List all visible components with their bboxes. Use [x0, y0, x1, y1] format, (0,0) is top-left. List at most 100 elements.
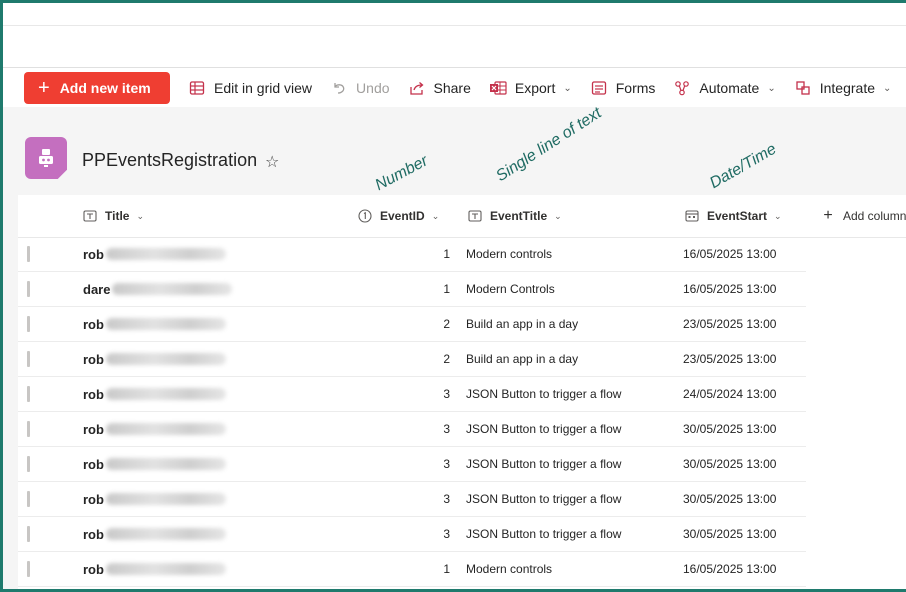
row-title[interactable]: rob [83, 517, 226, 551]
add-new-item-button[interactable]: + Add new item [24, 72, 170, 104]
column-eventid-label: EventID [380, 209, 425, 223]
table-row[interactable]: rob 3 JSON Button to trigger a flow 30/05/2… [18, 447, 806, 482]
favorite-star-icon[interactable]: ☆ [265, 152, 279, 172]
automate-icon [673, 79, 691, 97]
table-row[interactable]: rob 3 JSON Button to trigger a flow 30/05/2… [18, 412, 806, 447]
share-label: Share [433, 80, 471, 96]
undo-button[interactable]: Undo [330, 79, 390, 97]
row-event-start: 23/05/2025 13:00 [683, 352, 777, 366]
table-row[interactable]: dare 1 Modern Controls 16/05/2025 13:00 [18, 272, 806, 307]
chevron-down-icon: ⌄ [767, 82, 776, 94]
share-icon [408, 79, 426, 97]
column-header-eventtitle[interactable]: EventTitle ⌄ [468, 195, 562, 237]
table-row[interactable]: rob 1 Modern controls 16/05/2025 13:00 [18, 552, 806, 587]
table-row[interactable]: rob 3 JSON Button to trigger a flow 30/05/2… [18, 517, 806, 552]
redacted-email [105, 248, 226, 260]
table-row[interactable]: rob 3 JSON Button to trigger a flow 24/05/2… [18, 377, 806, 412]
redacted-email [105, 563, 226, 575]
row-selection-handle[interactable] [27, 316, 30, 332]
column-header-eventid[interactable]: EventID ⌄ [358, 195, 439, 237]
redacted-email [105, 493, 226, 505]
grid-icon [188, 79, 206, 97]
column-title-label: Title [105, 209, 130, 223]
list-rows: rob 1 Modern controls 16/05/2025 13:00 dare 1… [18, 237, 806, 587]
row-title[interactable]: rob [83, 447, 226, 481]
row-event-start: 23/05/2025 13:00 [683, 317, 777, 331]
integrate-button[interactable]: Integrate ⌄ [794, 79, 891, 97]
row-event-start: 30/05/2025 13:00 [683, 457, 777, 471]
row-event-id: 2 [443, 352, 450, 366]
column-header-eventstart[interactable]: EventStart ⌄ [685, 195, 782, 237]
row-event-title: Modern controls [466, 247, 553, 261]
list-view: Title ⌄ EventID ⌄ EventTitle ⌄ EventStar… [18, 195, 906, 589]
undo-icon [330, 79, 348, 97]
table-row[interactable]: rob 3 JSON Button to trigger a flow 30/05/2… [18, 482, 806, 517]
row-selection-handle[interactable] [27, 246, 30, 262]
row-title[interactable]: rob [83, 377, 226, 411]
redacted-email [105, 458, 226, 470]
row-title-text: rob [83, 246, 104, 262]
row-selection-handle[interactable] [27, 561, 30, 577]
row-event-id: 1 [443, 282, 450, 296]
row-title[interactable]: rob [83, 237, 226, 271]
row-event-start: 16/05/2025 13:00 [683, 562, 777, 576]
row-selection-handle[interactable] [27, 386, 30, 402]
table-row[interactable]: rob 2 Build an app in a day 23/05/2025 13:0… [18, 307, 806, 342]
number-column-icon [358, 209, 372, 223]
row-event-title: Build an app in a day [466, 317, 579, 331]
row-event-title: Modern controls [466, 562, 553, 576]
add-column-button[interactable]: + Add column [821, 195, 906, 237]
redacted-email [105, 388, 226, 400]
row-title-text: rob [83, 491, 104, 507]
list-logo-icon [25, 137, 67, 179]
automate-label: Automate [699, 80, 760, 96]
chevron-down-icon: ⌄ [136, 210, 144, 221]
plus-icon: + [823, 207, 833, 224]
row-event-title: Build an app in a day [466, 352, 579, 366]
row-selection-handle[interactable] [27, 281, 30, 297]
row-event-start: 16/05/2025 13:00 [683, 247, 777, 261]
row-event-start: 24/05/2024 13:00 [683, 387, 777, 401]
row-title[interactable]: rob [83, 342, 226, 376]
row-selection-handle[interactable] [27, 526, 30, 542]
window-frame: + Add new item Edit in grid view Undo Sh… [0, 0, 906, 592]
row-title[interactable]: dare [83, 272, 233, 306]
share-button[interactable]: Share [408, 79, 471, 97]
row-event-title: JSON Button to trigger a flow [466, 422, 622, 436]
command-bar: + Add new item Edit in grid view Undo Sh… [24, 72, 891, 104]
row-event-start: 30/05/2025 13:00 [683, 492, 777, 506]
table-row[interactable]: rob 2 Build an app in a day 23/05/2025 13:0… [18, 342, 806, 377]
column-header-title[interactable]: Title ⌄ [83, 195, 144, 237]
row-event-id: 1 [443, 247, 450, 261]
undo-label: Undo [356, 80, 390, 96]
edit-grid-view-button[interactable]: Edit in grid view [188, 79, 312, 97]
table-row[interactable]: rob 1 Modern controls 16/05/2025 13:00 [18, 237, 806, 272]
header-divider [3, 25, 906, 26]
forms-icon [590, 79, 608, 97]
chevron-down-icon: ⌄ [554, 210, 562, 221]
row-title[interactable]: rob [83, 307, 226, 341]
row-event-start: 16/05/2025 13:00 [683, 282, 777, 296]
row-title[interactable]: rob [83, 412, 226, 446]
list-title: PPEventsRegistration [82, 150, 258, 170]
forms-button[interactable]: Forms [590, 79, 655, 97]
row-title-text: rob [83, 421, 104, 437]
redacted-email [105, 318, 226, 330]
row-title-text: rob [83, 526, 104, 542]
automate-button[interactable]: Automate ⌄ [673, 79, 776, 97]
export-label: Export [514, 80, 556, 96]
row-event-id: 3 [443, 387, 450, 401]
row-title[interactable]: rob [83, 482, 226, 516]
row-title-text: rob [83, 351, 104, 367]
row-title[interactable]: rob [83, 552, 226, 586]
row-selection-handle[interactable] [27, 456, 30, 472]
redacted-email [105, 353, 226, 365]
row-event-title: JSON Button to trigger a flow [466, 527, 622, 541]
row-selection-handle[interactable] [27, 491, 30, 507]
export-button[interactable]: Export ⌄ [489, 79, 572, 97]
row-event-start: 30/05/2025 13:00 [683, 527, 777, 541]
row-selection-handle[interactable] [27, 351, 30, 367]
row-selection-handle[interactable] [27, 421, 30, 437]
redacted-email [112, 283, 233, 295]
row-event-id: 3 [443, 422, 450, 436]
